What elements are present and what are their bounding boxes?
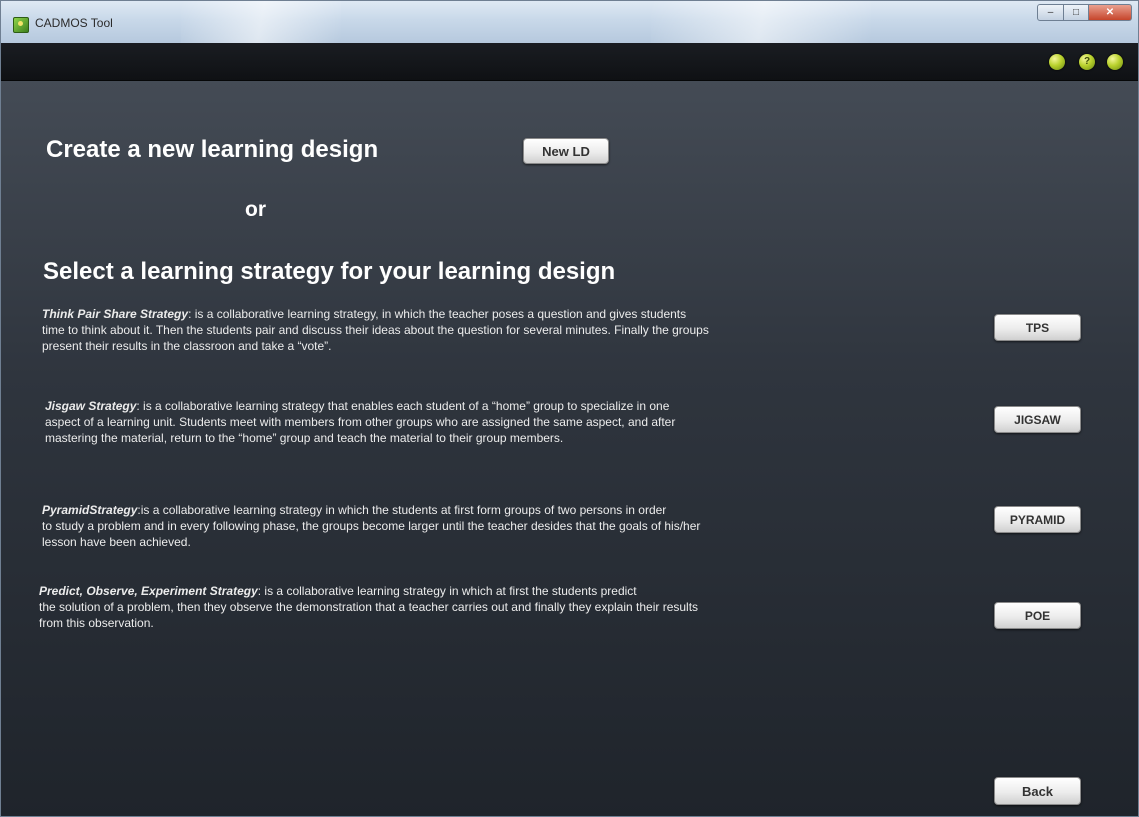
window-controls: – □ ✕: [1037, 4, 1132, 22]
or-label: or: [245, 198, 266, 221]
window-title: CADMOS Tool: [35, 16, 113, 30]
poe-button[interactable]: POE: [994, 602, 1081, 629]
select-heading: Select a learning strategy for your lear…: [43, 258, 616, 285]
strategy-tps-name: Think Pair Share Strategy: [42, 307, 189, 321]
title-bar[interactable]: CADMOS Tool – □ ✕: [1, 1, 1138, 44]
maximize-button[interactable]: □: [1064, 4, 1089, 21]
strategy-jigsaw-description: Jisgaw Strategy: is a collaborative lear…: [45, 399, 676, 445]
strategy-tps-description: Think Pair Share Strategy: is a collabor…: [42, 307, 709, 353]
exit-icon[interactable]: [1107, 54, 1123, 70]
create-heading: Create a new learning design: [46, 136, 379, 163]
new-ld-button[interactable]: New LD: [523, 138, 609, 164]
title-bar-glare: [651, 1, 871, 43]
info-icon[interactable]: [1049, 54, 1065, 70]
app-window: CADMOS Tool – □ ✕ ? Create a new learnin…: [0, 0, 1139, 817]
pyramid-button[interactable]: PYRAMID: [994, 506, 1081, 533]
jigsaw-button[interactable]: JIGSAW: [994, 406, 1081, 433]
back-button[interactable]: Back: [994, 777, 1081, 805]
strategy-jigsaw-name: Jisgaw Strategy: [45, 399, 137, 413]
title-bar-glare: [181, 1, 341, 43]
main-content: Create a new learning design New LD or S…: [1, 81, 1138, 816]
tps-button[interactable]: TPS: [994, 314, 1081, 341]
help-icon[interactable]: ?: [1079, 54, 1095, 70]
app-toolbar: ?: [1, 43, 1138, 81]
strategy-poe-name: Predict, Observe, Experiment Strategy: [39, 584, 258, 598]
strategy-pyramid-description: PyramidStrategy:is a collaborative learn…: [42, 503, 701, 549]
strategy-pyramid-name: PyramidStrategy: [42, 503, 138, 517]
strategy-poe-description: Predict, Observe, Experiment Strategy: i…: [39, 584, 699, 630]
close-button[interactable]: ✕: [1089, 4, 1132, 21]
app-icon: [13, 17, 29, 33]
minimize-button[interactable]: –: [1037, 4, 1064, 21]
